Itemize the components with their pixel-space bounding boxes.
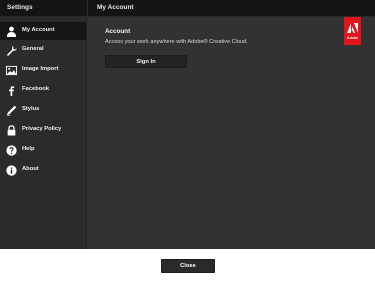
page-title: My Account [97,4,134,11]
sidebar-item-my-account[interactable]: My Account [0,22,86,40]
sidebar-item-about[interactable]: About [0,161,86,179]
sidebar-item-label: Image Import [22,66,59,72]
sidebar-item-privacy-policy[interactable]: Privacy Policy [0,121,86,139]
image-icon [5,64,17,76]
stylus-icon [5,104,17,116]
sidebar-item-label: Privacy Policy [22,126,62,132]
help-icon [5,144,17,156]
close-button[interactable]: Close [161,259,215,273]
sidebar-item-label: General [22,46,44,52]
adobe-wordmark: Adobe [347,36,358,40]
sidebar-item-label: Stylus [22,106,40,112]
sidebar-item-label: My Account [22,27,55,33]
adobe-a-icon [347,23,358,33]
account-panel: Account Access your work anywhere with A… [88,17,375,249]
header-bar: Settings My Account [0,0,375,17]
wrench-icon [5,44,17,56]
sidebar-item-image-import[interactable]: Image Import [0,61,86,79]
sign-in-button[interactable]: Sign In [105,55,187,68]
section-title: Account [105,28,131,35]
settings-window: Settings My Account My Account General I… [0,0,375,249]
facebook-icon [5,84,17,96]
sidebar-item-general[interactable]: General [0,41,86,59]
sidebar-item-label: Facebook [22,86,50,92]
header-divider [87,0,88,17]
sidebar-item-facebook[interactable]: Facebook [0,81,86,99]
sidebar: My Account General Image Import Facebook [0,17,87,249]
sidebar-item-label: Help [22,146,35,152]
sidebar-item-label: About [22,166,39,172]
user-icon [5,25,17,37]
info-icon [5,164,17,176]
lock-icon [5,124,17,136]
sidebar-item-stylus[interactable]: Stylus [0,101,86,119]
sidebar-item-help[interactable]: Help [0,141,86,159]
adobe-logo: Adobe [344,17,361,45]
account-description: Access your work anywhere with Adobe® Cr… [105,39,248,45]
settings-title: Settings [7,4,33,11]
